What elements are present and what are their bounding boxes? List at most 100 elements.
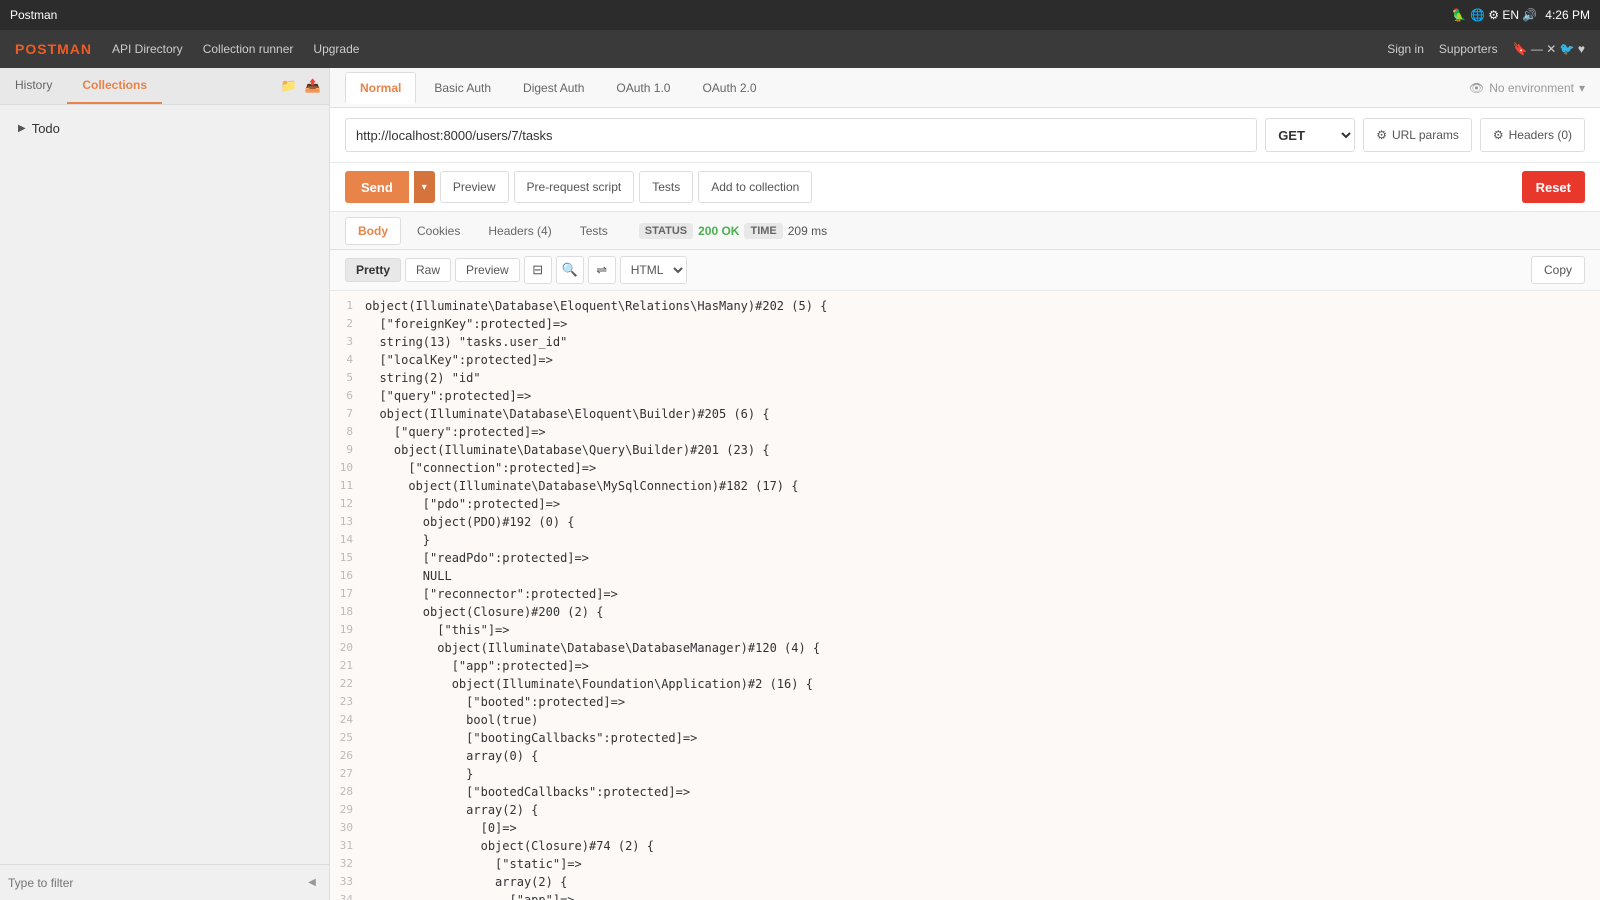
sidebar-filter: ◀ xyxy=(0,864,329,900)
line-number: 16 xyxy=(330,569,365,587)
line-number: 3 xyxy=(330,335,365,353)
line-content: array(2) { xyxy=(365,875,567,893)
line-number: 30 xyxy=(330,821,365,839)
main-content: Normal Basic Auth Digest Auth OAuth 1.0 … xyxy=(330,68,1600,900)
code-line: 9 object(Illuminate\Database\Query\Build… xyxy=(330,443,1600,461)
line-number: 22 xyxy=(330,677,365,695)
sidebar-content: ▶ Todo xyxy=(0,105,329,864)
line-number: 19 xyxy=(330,623,365,641)
code-viewer: 1object(Illuminate\Database\Eloquent\Rel… xyxy=(330,291,1600,900)
line-number: 32 xyxy=(330,857,365,875)
send-arrow-button[interactable]: ▾ xyxy=(414,171,435,203)
code-line: 10 ["connection":protected]=> xyxy=(330,461,1600,479)
resp-tab-tests[interactable]: Tests xyxy=(568,218,620,244)
line-content: ["foreignKey":protected]=> xyxy=(365,317,567,335)
line-number: 18 xyxy=(330,605,365,623)
copy-button[interactable]: Copy xyxy=(1531,256,1585,284)
line-content: string(13) "tasks.user_id" xyxy=(365,335,567,353)
collection-item-todo[interactable]: ▶ Todo xyxy=(8,113,321,144)
menu-api-directory[interactable]: API Directory xyxy=(112,42,183,56)
method-select[interactable]: GET POST PUT DELETE PATCH xyxy=(1265,118,1355,152)
url-params-button[interactable]: ⚙ URL params xyxy=(1363,118,1472,152)
preview-button[interactable]: Preview xyxy=(440,171,509,203)
filter-input[interactable] xyxy=(8,876,303,890)
code-line: 5 string(2) "id" xyxy=(330,371,1600,389)
code-line: 26 array(0) { xyxy=(330,749,1600,767)
sign-in-link[interactable]: Sign in xyxy=(1387,42,1424,56)
code-line: 16 NULL xyxy=(330,569,1600,587)
tab-collections[interactable]: Collections xyxy=(67,68,162,104)
format-select[interactable]: HTML JSON XML Text xyxy=(620,256,687,284)
tab-basic-auth[interactable]: Basic Auth xyxy=(420,73,505,103)
tab-oauth2[interactable]: OAuth 2.0 xyxy=(688,73,770,103)
sidebar-icon-upload[interactable]: 📤 xyxy=(305,78,321,94)
action-row: Send ▾ Preview Pre-request script Tests … xyxy=(330,163,1600,212)
add-collection-button[interactable]: Add to collection xyxy=(698,171,812,203)
sidebar-tab-icons: 📁 📤 xyxy=(281,68,329,104)
code-line: 6 ["query":protected]=> xyxy=(330,389,1600,407)
line-content: ["bootedCallbacks":protected]=> xyxy=(365,785,690,803)
code-line: 20 object(Illuminate\Database\DatabaseMa… xyxy=(330,641,1600,659)
send-button[interactable]: Send xyxy=(345,171,409,203)
resp-tab-cookies[interactable]: Cookies xyxy=(405,218,472,244)
code-line: 1object(Illuminate\Database\Eloquent\Rel… xyxy=(330,299,1600,317)
code-line: 25 ["bootingCallbacks":protected]=> xyxy=(330,731,1600,749)
line-content: array(0) { xyxy=(365,749,538,767)
line-number: 31 xyxy=(330,839,365,857)
resp-tab-headers[interactable]: Headers (4) xyxy=(476,218,563,244)
supporters-link[interactable]: Supporters xyxy=(1439,42,1498,56)
view-pretty-button[interactable]: Pretty xyxy=(345,258,401,282)
code-line: 13 object(PDO)#192 (0) { xyxy=(330,515,1600,533)
view-preview-button[interactable]: Preview xyxy=(455,258,520,282)
code-line: 11 object(Illuminate\Database\MySqlConne… xyxy=(330,479,1600,497)
tab-digest-auth[interactable]: Digest Auth xyxy=(509,73,598,103)
code-line: 14 } xyxy=(330,533,1600,551)
code-line: 7 object(Illuminate\Database\Eloquent\Bu… xyxy=(330,407,1600,425)
menu-collection-runner[interactable]: Collection runner xyxy=(203,42,294,56)
resp-tab-body[interactable]: Body xyxy=(345,217,401,245)
view-raw-button[interactable]: Raw xyxy=(405,258,451,282)
line-number: 33 xyxy=(330,875,365,893)
sidebar-collapse-button[interactable]: ◀ xyxy=(303,871,321,894)
menu-upgrade[interactable]: Upgrade xyxy=(313,42,359,56)
tab-normal[interactable]: Normal xyxy=(345,72,416,104)
auth-tabs: Normal Basic Auth Digest Auth OAuth 1.0 … xyxy=(330,68,1600,108)
code-line: 21 ["app":protected]=> xyxy=(330,659,1600,677)
code-line: 15 ["readPdo":protected]=> xyxy=(330,551,1600,569)
app-body: History Collections 📁 📤 ▶ Todo ◀ No xyxy=(0,68,1600,900)
line-content: } xyxy=(365,533,430,551)
settings-icon-button[interactable]: ⇌ xyxy=(588,256,616,284)
status-value: 200 OK xyxy=(698,224,739,238)
line-content: object(Illuminate\Database\DatabaseManag… xyxy=(365,641,820,659)
code-line: 19 ["this"]=> xyxy=(330,623,1600,641)
reset-button[interactable]: Reset xyxy=(1522,171,1585,203)
pre-request-button[interactable]: Pre-request script xyxy=(514,171,635,203)
line-number: 29 xyxy=(330,803,365,821)
resp-body-toolbar: Pretty Raw Preview ⊟ 🔍 ⇌ HTML JSON XML T… xyxy=(330,250,1600,291)
code-line: 8 ["query":protected]=> xyxy=(330,425,1600,443)
url-input[interactable] xyxy=(345,118,1257,152)
line-number: 24 xyxy=(330,713,365,731)
line-content: ["booted":protected]=> xyxy=(365,695,625,713)
line-content: ["app"]=> xyxy=(365,893,575,900)
line-number: 7 xyxy=(330,407,365,425)
code-line: 32 ["static"]=> xyxy=(330,857,1600,875)
headers-button[interactable]: ⚙ Headers (0) xyxy=(1480,118,1585,152)
line-content: [0]=> xyxy=(365,821,517,839)
sidebar-icon-folder[interactable]: 📁 xyxy=(281,78,297,94)
code-line: 23 ["booted":protected]=> xyxy=(330,695,1600,713)
tab-oauth1[interactable]: OAuth 1.0 xyxy=(602,73,684,103)
env-selector[interactable]: 👁 No environment ▾ xyxy=(1469,81,1585,95)
collection-name: Todo xyxy=(32,121,60,136)
line-content: object(Closure)#74 (2) { xyxy=(365,839,654,857)
code-line: 30 [0]=> xyxy=(330,821,1600,839)
tests-button[interactable]: Tests xyxy=(639,171,693,203)
time-value: 209 ms xyxy=(788,224,827,238)
line-number: 6 xyxy=(330,389,365,407)
wrap-icon-button[interactable]: ⊟ xyxy=(524,256,552,284)
line-number: 9 xyxy=(330,443,365,461)
search-icon-button[interactable]: 🔍 xyxy=(556,256,584,284)
code-line: 18 object(Closure)#200 (2) { xyxy=(330,605,1600,623)
tab-history[interactable]: History xyxy=(0,68,67,104)
app-logo: POSTMAN xyxy=(15,41,92,57)
